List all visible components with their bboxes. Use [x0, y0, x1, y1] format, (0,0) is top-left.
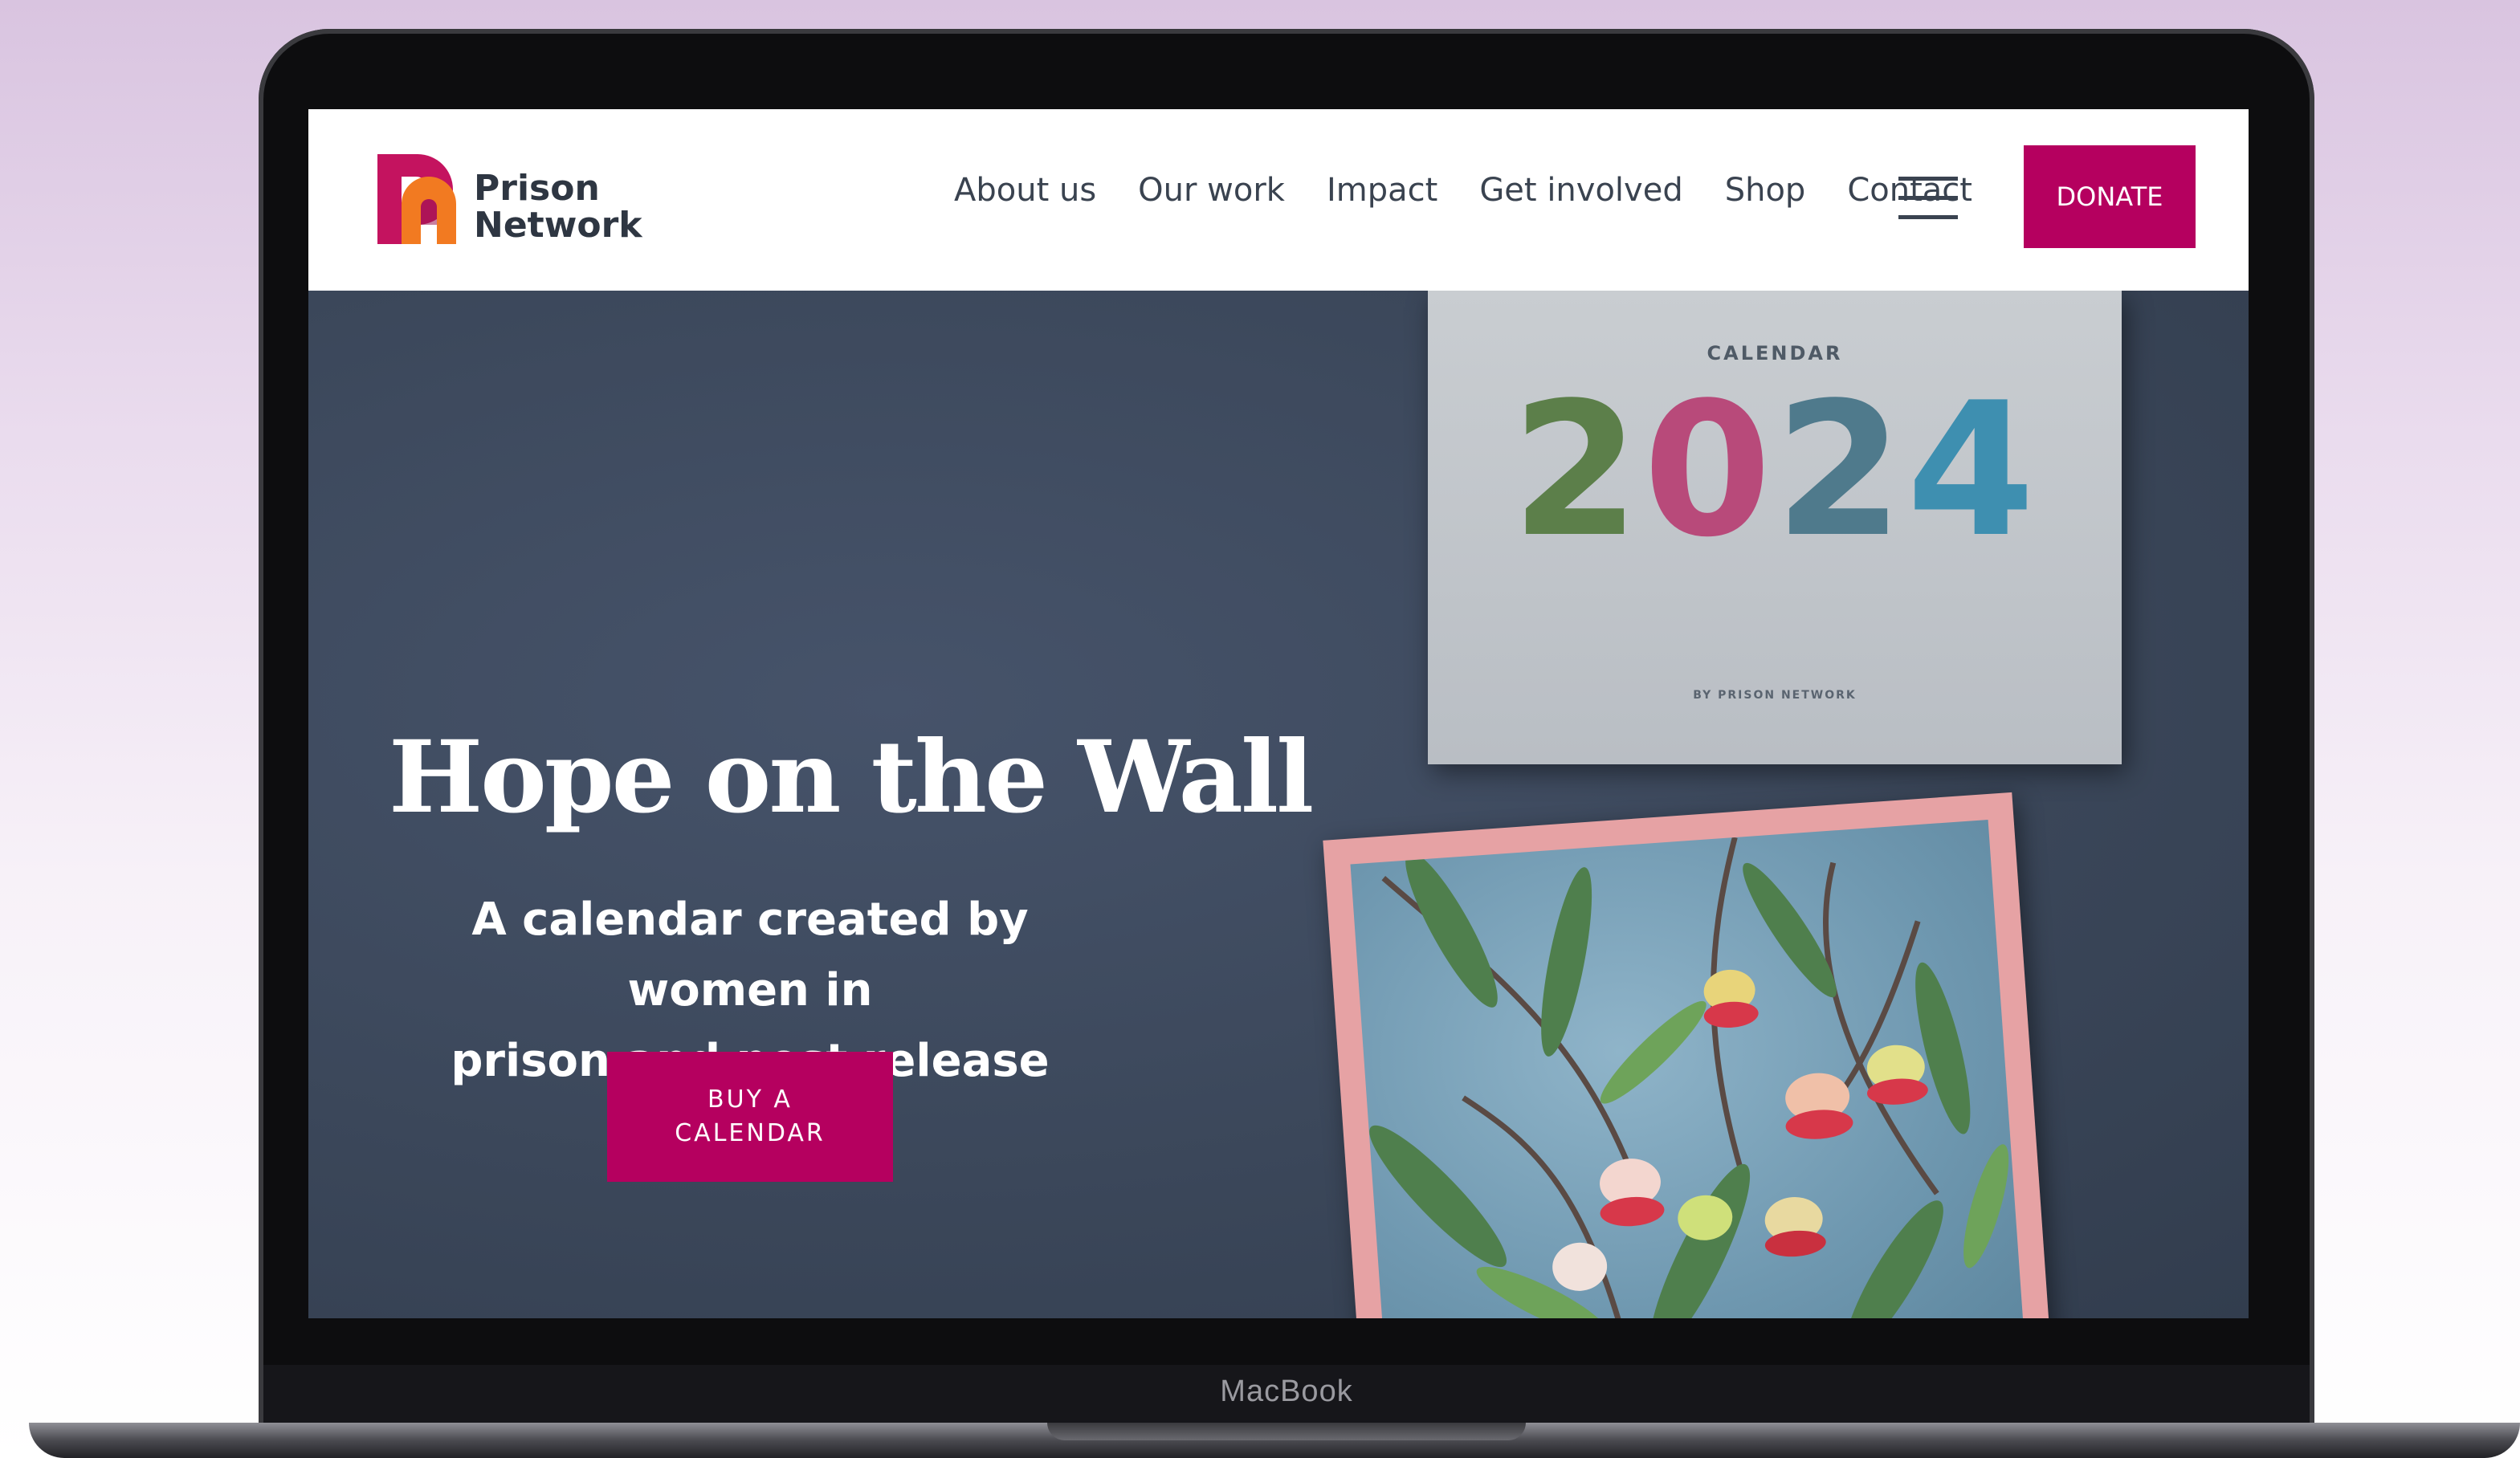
- nav-impact[interactable]: Impact: [1327, 162, 1437, 218]
- logo-text: Prison Network: [474, 170, 642, 244]
- buy-button-line-1: BUY A: [707, 1085, 793, 1114]
- menu-icon-bar: [1898, 215, 1958, 219]
- year-digit: 2: [1775, 364, 1907, 578]
- menu-icon[interactable]: [1898, 177, 1958, 222]
- logo-line-2: Network: [474, 205, 642, 246]
- hero-subtitle-line-1: A calendar created by women in: [471, 894, 1029, 1016]
- year-digit: 0: [1642, 364, 1775, 578]
- nav-about-us[interactable]: About us: [954, 162, 1096, 218]
- device-brand: MacBook: [1220, 1375, 1353, 1408]
- donate-button[interactable]: DONATE: [2024, 145, 2196, 248]
- nav-get-involved[interactable]: Get involved: [1479, 162, 1682, 218]
- calendar-byline: BY PRISON NETWORK: [1693, 689, 1857, 702]
- main-nav: About us Our work Impact Get involved Sh…: [954, 162, 2014, 218]
- menu-icon-bar: [1898, 177, 1958, 181]
- painting-illustration: [1369, 837, 2009, 1318]
- menu-icon-bar: [1898, 196, 1958, 200]
- nav-shop[interactable]: Shop: [1725, 162, 1806, 218]
- prison-network-logo[interactable]: Prison Network: [377, 154, 642, 254]
- buy-calendar-button[interactable]: BUY A CALENDAR: [607, 1052, 893, 1182]
- laptop-notch: [1047, 1423, 1526, 1440]
- calendar-page-image: [1323, 792, 2050, 1318]
- browser-screen: CALENDAR 2024 BY PRISON NETWORK Prison N…: [308, 109, 2249, 1318]
- gum-blossom-painting: [1350, 819, 2025, 1318]
- nav-our-work[interactable]: Our work: [1138, 162, 1285, 218]
- year-digit: 2: [1511, 364, 1643, 578]
- hero-title: Hope on the Wall: [389, 719, 1314, 836]
- calendar-year: 2024: [1428, 371, 2122, 572]
- buy-button-line-2: CALENDAR: [675, 1119, 826, 1147]
- logo-line-1: Prison: [474, 168, 600, 209]
- site-header: Prison Network About us Our work Impact …: [308, 109, 2249, 291]
- calendar-cover-image: CALENDAR 2024 BY PRISON NETWORK: [1428, 291, 2122, 764]
- calendar-label: CALENDAR: [1707, 342, 1843, 364]
- year-digit: 4: [1906, 364, 2039, 578]
- logo-mark-icon: [377, 154, 456, 244]
